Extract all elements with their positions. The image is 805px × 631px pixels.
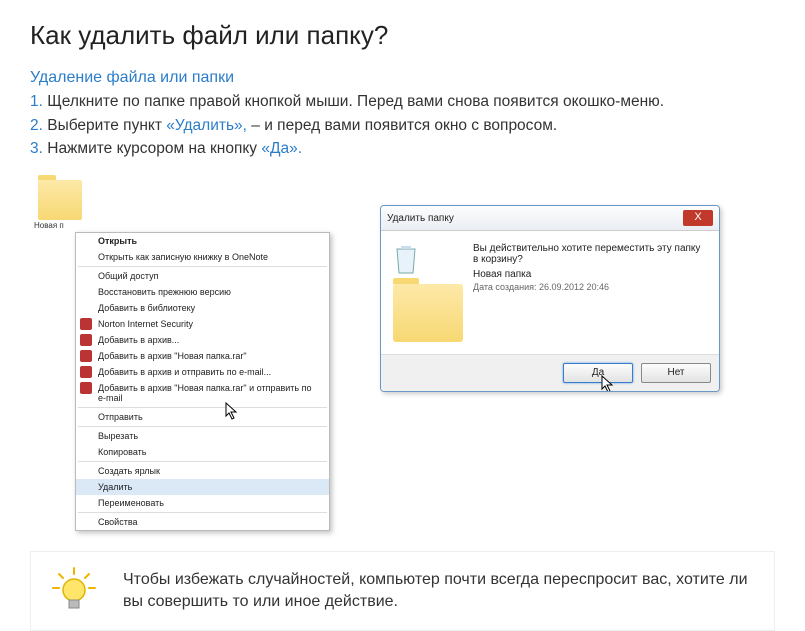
menu-item-label: Переименовать — [98, 498, 164, 508]
folder-icon — [38, 180, 82, 220]
menu-separator — [78, 426, 327, 427]
menu-item-label: Открыть как записную книжку в OneNote — [98, 252, 268, 262]
dialog-message-area: Вы действительно хотите переместить эту … — [473, 243, 707, 342]
menu-item-icon — [80, 382, 92, 394]
cursor-icon — [225, 402, 241, 422]
menu-item-label: Восстановить прежнюю версию — [98, 287, 231, 297]
step-item: 2. Выберите пункт «Удалить», – и перед в… — [30, 115, 775, 137]
menu-item-label: Общий доступ — [98, 271, 158, 281]
dialog-date: Дата создания: 26.09.2012 20:46 — [473, 282, 707, 292]
menu-item[interactable]: Добавить в архив "Новая папка.rar" — [76, 348, 329, 364]
dialog-folder-name: Новая папка — [473, 269, 707, 280]
menu-item[interactable]: Копировать — [76, 444, 329, 460]
menu-item-label: Добавить в архив "Новая папка.rar" и отп… — [98, 383, 311, 403]
menu-item[interactable]: Отправить — [76, 409, 329, 425]
menu-item[interactable]: Общий доступ — [76, 268, 329, 284]
menu-item[interactable]: Вырезать — [76, 428, 329, 444]
screenshot-context-menu: Новая п Открыть Открыть как записную книж… — [30, 180, 330, 531]
menu-item-label: Отправить — [98, 412, 143, 422]
menu-item[interactable]: Переименовать — [76, 495, 329, 511]
page-title: Как удалить файл или папку? — [30, 20, 775, 51]
menu-item-label: Создать ярлык — [98, 466, 160, 476]
dialog-title-text: Удалить папку — [387, 213, 454, 224]
yes-button[interactable]: Да — [563, 363, 633, 383]
steps-list: 1. Щелкните по папке правой кнопкой мыши… — [30, 91, 775, 160]
menu-item-icon — [80, 334, 92, 346]
context-menu: Открыть Открыть как записную книжку в One… — [75, 232, 330, 531]
recycle-bin-icon — [393, 243, 419, 275]
menu-item[interactable]: Norton Internet Security — [76, 316, 329, 332]
menu-item-label: Вырезать — [98, 431, 138, 441]
menu-item[interactable]: Открыть — [76, 233, 329, 249]
screenshot-dialog: Удалить папку X Вы действительно хотите … — [380, 205, 720, 392]
menu-separator — [78, 461, 327, 462]
menu-item-label: Добавить в библиотеку — [98, 303, 195, 313]
menu-item-label: Добавить в архив и отправить по e-mail..… — [98, 367, 271, 377]
menu-item[interactable]: Добавить в архив "Новая папка.rar" и отп… — [76, 380, 329, 406]
dialog-titlebar: Удалить папку X — [381, 206, 719, 231]
folder-label: Новая п — [34, 221, 330, 230]
menu-item-icon — [80, 350, 92, 362]
menu-item-label: Добавить в архив "Новая папка.rar" — [98, 351, 247, 361]
cursor-icon — [601, 375, 617, 392]
menu-item[interactable]: Свойства — [76, 514, 329, 530]
folder-big-icon — [393, 284, 463, 342]
menu-item-label: Копировать — [98, 447, 146, 457]
menu-separator — [78, 407, 327, 408]
menu-item[interactable]: Открыть как записную книжку в OneNote — [76, 249, 329, 265]
tip-box: Чтобы избежать случайностей, компьютер п… — [30, 551, 775, 631]
menu-item-label: Свойства — [98, 517, 138, 527]
menu-item-label: Norton Internet Security — [98, 319, 193, 329]
menu-item-label: Удалить — [98, 482, 132, 492]
menu-separator — [78, 266, 327, 267]
section-subtitle: Удаление файла или папки — [30, 69, 775, 87]
dialog-buttons: Да Нет — [381, 354, 719, 391]
menu-item[interactable]: Удалить — [76, 479, 329, 495]
menu-item[interactable]: Добавить в архив... — [76, 332, 329, 348]
tip-text: Чтобы избежать случайностей, компьютер п… — [123, 569, 756, 614]
menu-item-label: Добавить в архив... — [98, 335, 179, 345]
screenshots-row: Новая п Открыть Открыть как записную книж… — [30, 180, 775, 531]
dialog-left-icons — [393, 243, 463, 342]
step-item: 3. Нажмите курсором на кнопку «Да». — [30, 138, 775, 160]
close-button[interactable]: X — [683, 210, 713, 226]
menu-item-icon — [80, 366, 92, 378]
dialog-body: Вы действительно хотите переместить эту … — [381, 231, 719, 354]
confirm-dialog: Удалить папку X Вы действительно хотите … — [380, 205, 720, 392]
menu-item[interactable]: Добавить в архив и отправить по e-mail..… — [76, 364, 329, 380]
menu-separator — [78, 512, 327, 513]
no-button[interactable]: Нет — [641, 363, 711, 383]
lightbulb-icon — [49, 566, 99, 616]
menu-item-icon — [80, 318, 92, 330]
menu-item[interactable]: Добавить в библиотеку — [76, 300, 329, 316]
menu-item[interactable]: Восстановить прежнюю версию — [76, 284, 329, 300]
step-item: 1. Щелкните по папке правой кнопкой мыши… — [30, 91, 775, 113]
dialog-message: Вы действительно хотите переместить эту … — [473, 243, 707, 265]
menu-item-label: Открыть — [98, 236, 137, 246]
menu-item[interactable]: Создать ярлык — [76, 463, 329, 479]
